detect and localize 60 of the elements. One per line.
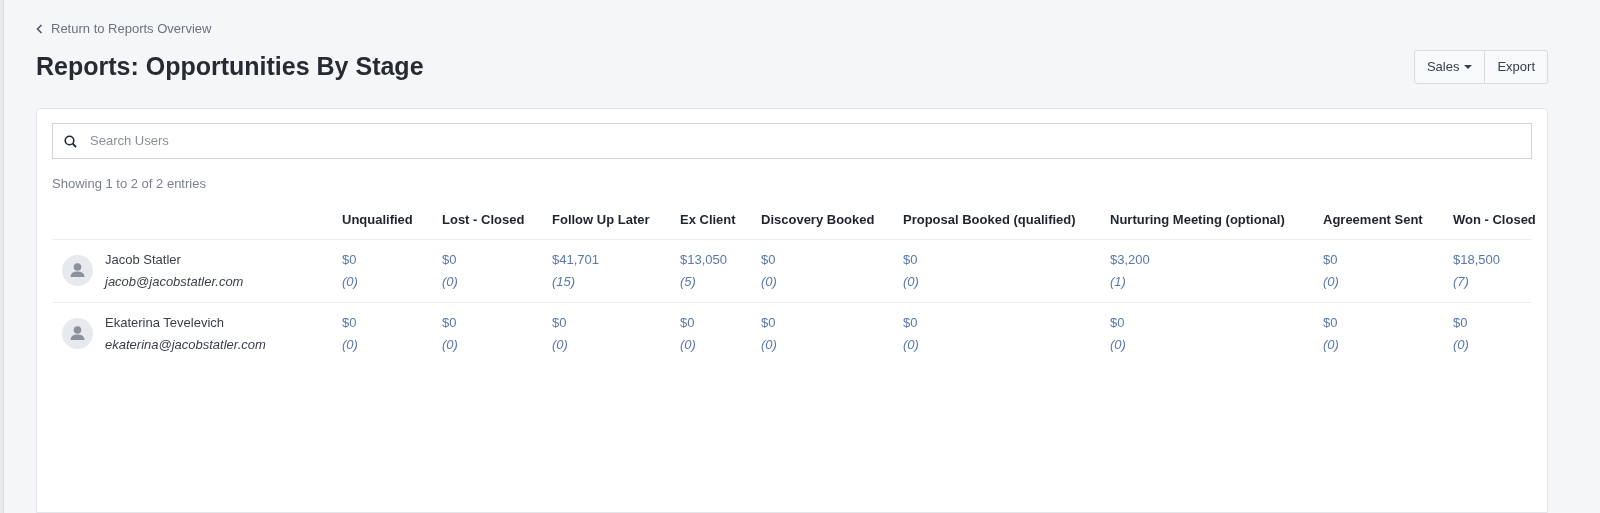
count-text: (0)	[442, 273, 458, 291]
user-name: Ekaterina Tevelevich	[105, 313, 225, 332]
column-header: Agreement Sent	[1323, 212, 1423, 227]
count-text: (5)	[680, 273, 696, 291]
chevron-left-icon	[36, 24, 43, 34]
amount-text: $0	[1110, 313, 1125, 332]
count-text: (0)	[680, 336, 696, 355]
sales-dropdown[interactable]: Sales	[1413, 49, 1486, 84]
amount-text: $3,200	[1110, 250, 1150, 269]
amount-text: $0	[903, 313, 918, 332]
amount-text: $0	[1323, 313, 1338, 332]
entries-info: Showing 1 to 2 of 2 entries	[52, 174, 207, 193]
count-text: (0)	[342, 336, 358, 355]
column-header: Nurturing Meeting (optional)	[1110, 212, 1285, 227]
amount-text: $41,701	[552, 250, 599, 269]
count-text: (0)	[442, 336, 458, 355]
amount-text: $0	[552, 313, 567, 332]
amount-text: $13,050	[680, 250, 727, 269]
count-text: (0)	[761, 336, 777, 355]
caret-down-icon	[1464, 64, 1473, 69]
amount-text: $0	[680, 313, 695, 332]
search-icon	[64, 134, 77, 148]
amount-text: $0	[442, 250, 457, 269]
column-header: Lost - Closed	[442, 212, 525, 227]
column-header: Won - Closed	[1453, 212, 1536, 227]
column-header: Discovery Booked	[761, 212, 875, 227]
amount-text: $0	[761, 250, 776, 269]
amount-text: $0	[1453, 313, 1468, 332]
count-text: (0)	[761, 273, 777, 291]
user-email: ekaterina@jacobstatler.com	[105, 336, 266, 355]
amount-text: $0	[761, 313, 776, 332]
count-text: (0)	[1453, 336, 1469, 355]
amount-text: $0	[342, 250, 357, 269]
amount-text: $0	[1323, 250, 1338, 269]
amount-text: $0	[903, 250, 918, 269]
page-title: Reports: Opportunities By Stage	[36, 51, 424, 82]
column-header: Ex Client	[680, 212, 736, 227]
count-text: (0)	[903, 336, 919, 355]
column-header: Follow Up Later	[552, 212, 650, 227]
back-link[interactable]: Return to Reports Overview	[36, 20, 1548, 38]
count-text: (1)	[1110, 273, 1126, 291]
user-name: Jacob Statler	[105, 250, 182, 269]
export-button[interactable]: Export	[1485, 49, 1548, 84]
count-text: (0)	[1110, 336, 1126, 355]
column-header: Proposal Booked (qualified)	[903, 212, 1076, 227]
count-text: (0)	[1323, 273, 1339, 291]
column-header: Unqualified	[342, 212, 413, 227]
amount-text: $18,500	[1453, 250, 1500, 269]
count-text: (0)	[1323, 336, 1339, 355]
user-email: jacob@jacobstatler.com	[105, 273, 244, 291]
user-avatar-icon	[62, 255, 93, 286]
count-text: (7)	[1453, 273, 1469, 291]
count-text: (15)	[552, 273, 576, 291]
count-text: (0)	[342, 273, 358, 291]
count-text: (0)	[552, 336, 568, 355]
amount-text: $0	[342, 313, 357, 332]
user-avatar-icon	[62, 318, 93, 350]
search-field[interactable]: Search Users	[52, 122, 1532, 159]
amount-text: $0	[442, 313, 457, 332]
count-text: (0)	[903, 273, 919, 291]
